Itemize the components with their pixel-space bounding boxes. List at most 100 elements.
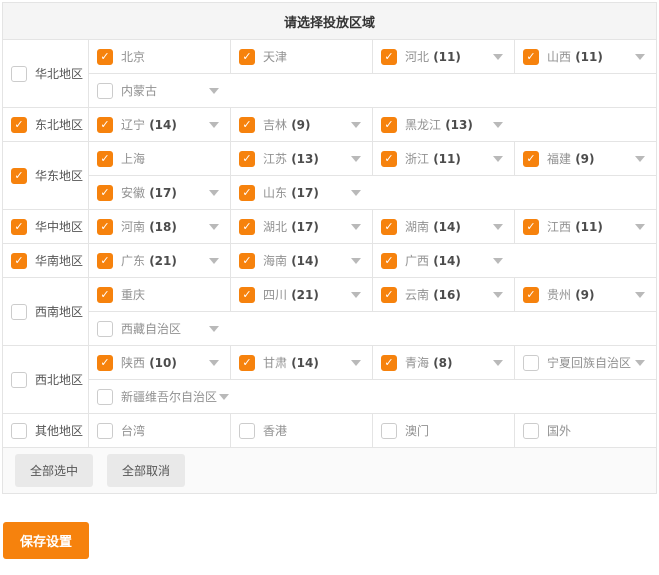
province-checkbox[interactable]: ✓ [239, 253, 255, 269]
province-checkbox[interactable]: ✓ [97, 355, 113, 371]
province-checkbox[interactable] [97, 321, 113, 337]
province-cell: 西藏自治区 [89, 312, 657, 346]
province-checkbox[interactable]: ✓ [97, 49, 113, 65]
dropdown-arrow-icon[interactable] [219, 394, 229, 400]
save-settings-button[interactable]: 保存设置 [3, 522, 89, 559]
province-checkbox[interactable]: ✓ [381, 219, 397, 235]
dropdown-arrow-icon[interactable] [209, 224, 219, 230]
region-checkbox[interactable]: ✓ [11, 219, 27, 235]
province-checkbox[interactable]: ✓ [381, 117, 397, 133]
province-checkbox[interactable]: ✓ [97, 219, 113, 235]
province-text: 云南 (16) [405, 286, 491, 303]
dropdown-arrow-icon[interactable] [493, 360, 503, 366]
province-label: 澳门 [405, 424, 429, 438]
dropdown-arrow-icon[interactable] [493, 258, 503, 264]
province-checkbox[interactable]: ✓ [381, 151, 397, 167]
dropdown-arrow-icon[interactable] [351, 224, 361, 230]
dropdown-arrow-icon[interactable] [493, 122, 503, 128]
dropdown-arrow-icon[interactable] [635, 224, 645, 230]
province-text: 黑龙江 (13) [405, 116, 491, 133]
dropdown-arrow-icon[interactable] [351, 122, 361, 128]
region-label: 西南地区 [35, 303, 83, 320]
province-text: 湖北 (17) [263, 218, 349, 235]
region-checkbox[interactable] [11, 423, 27, 439]
province-cell-content: ✓江苏 (13) [231, 150, 372, 167]
region-checkbox[interactable]: ✓ [11, 168, 27, 184]
province-checkbox[interactable]: ✓ [523, 151, 539, 167]
region-checkbox[interactable] [11, 304, 27, 320]
province-checkbox[interactable]: ✓ [239, 151, 255, 167]
province-cell-content: ✓广西 (14) [373, 252, 656, 269]
province-checkbox[interactable]: ✓ [381, 49, 397, 65]
province-checkbox[interactable]: ✓ [239, 185, 255, 201]
province-checkbox[interactable]: ✓ [239, 287, 255, 303]
region-label: 华北地区 [35, 65, 83, 82]
region-checkbox[interactable] [11, 66, 27, 82]
dropdown-arrow-icon[interactable] [351, 292, 361, 298]
province-checkbox[interactable]: ✓ [97, 253, 113, 269]
province-count: (9) [287, 118, 311, 132]
dropdown-arrow-icon[interactable] [209, 88, 219, 94]
province-checkbox[interactable]: ✓ [523, 219, 539, 235]
province-checkbox[interactable]: ✓ [239, 355, 255, 371]
dropdown-arrow-icon[interactable] [209, 190, 219, 196]
province-count: (13) [287, 152, 319, 166]
province-checkbox[interactable] [523, 423, 539, 439]
province-label: 安徽 [121, 186, 145, 200]
province-label: 山西 [547, 50, 571, 64]
dropdown-arrow-icon[interactable] [635, 156, 645, 162]
dropdown-arrow-icon[interactable] [493, 292, 503, 298]
dropdown-arrow-icon[interactable] [635, 54, 645, 60]
province-checkbox[interactable]: ✓ [97, 151, 113, 167]
province-checkbox[interactable] [97, 83, 113, 99]
dropdown-arrow-icon[interactable] [209, 326, 219, 332]
province-checkbox[interactable]: ✓ [97, 287, 113, 303]
region-checkbox[interactable] [11, 372, 27, 388]
province-checkbox[interactable] [381, 423, 397, 439]
deselect-all-button[interactable]: 全部取消 [107, 454, 185, 487]
dropdown-arrow-icon[interactable] [493, 224, 503, 230]
region-checkbox[interactable]: ✓ [11, 117, 27, 133]
select-all-button[interactable]: 全部选中 [15, 454, 93, 487]
province-checkbox[interactable]: ✓ [381, 287, 397, 303]
province-checkbox[interactable]: ✓ [239, 117, 255, 133]
province-cell: ✓吉林 (9) [231, 108, 373, 142]
region-selector-panel: 请选择投放区域 华北地区✓北京✓天津✓河北 (11)✓山西 (11)内蒙古✓东北… [2, 2, 657, 559]
dropdown-arrow-icon[interactable] [493, 156, 503, 162]
province-text: 天津 [263, 48, 349, 65]
province-checkbox[interactable]: ✓ [97, 117, 113, 133]
region-cell-content: ✓东北地区 [3, 116, 88, 133]
province-cell-content: ✓甘肃 (14) [231, 354, 372, 371]
dropdown-arrow-icon[interactable] [635, 360, 645, 366]
dropdown-arrow-icon[interactable] [351, 360, 361, 366]
dropdown-arrow-icon[interactable] [351, 258, 361, 264]
province-cell: 宁夏回族自治区 [515, 346, 657, 380]
region-checkbox[interactable]: ✓ [11, 253, 27, 269]
dropdown-arrow-icon[interactable] [351, 156, 361, 162]
province-checkbox[interactable]: ✓ [381, 253, 397, 269]
province-checkbox[interactable] [239, 423, 255, 439]
province-checkbox[interactable]: ✓ [523, 49, 539, 65]
dropdown-arrow-icon[interactable] [351, 190, 361, 196]
province-checkbox[interactable] [523, 355, 539, 371]
dropdown-arrow-icon[interactable] [209, 122, 219, 128]
region-row: 西南地区✓重庆✓四川 (21)✓云南 (16)✓贵州 (9) [3, 278, 657, 312]
province-checkbox[interactable]: ✓ [381, 355, 397, 371]
province-label: 云南 [405, 288, 429, 302]
province-cell: ✓贵州 (9) [515, 278, 657, 312]
province-checkbox[interactable]: ✓ [239, 49, 255, 65]
province-cell-content: 国外 [515, 422, 656, 439]
dropdown-arrow-icon[interactable] [209, 360, 219, 366]
province-checkbox[interactable]: ✓ [239, 219, 255, 235]
province-label: 贵州 [547, 288, 571, 302]
province-checkbox[interactable] [97, 389, 113, 405]
province-cell: 内蒙古 [89, 74, 657, 108]
dropdown-arrow-icon[interactable] [209, 258, 219, 264]
province-checkbox[interactable]: ✓ [523, 287, 539, 303]
dropdown-arrow-icon[interactable] [635, 292, 645, 298]
province-checkbox[interactable] [97, 423, 113, 439]
province-checkbox[interactable]: ✓ [97, 185, 113, 201]
province-count: (14) [145, 118, 177, 132]
dropdown-arrow-icon[interactable] [493, 54, 503, 60]
province-cell: ✓安徽 (17) [89, 176, 231, 210]
